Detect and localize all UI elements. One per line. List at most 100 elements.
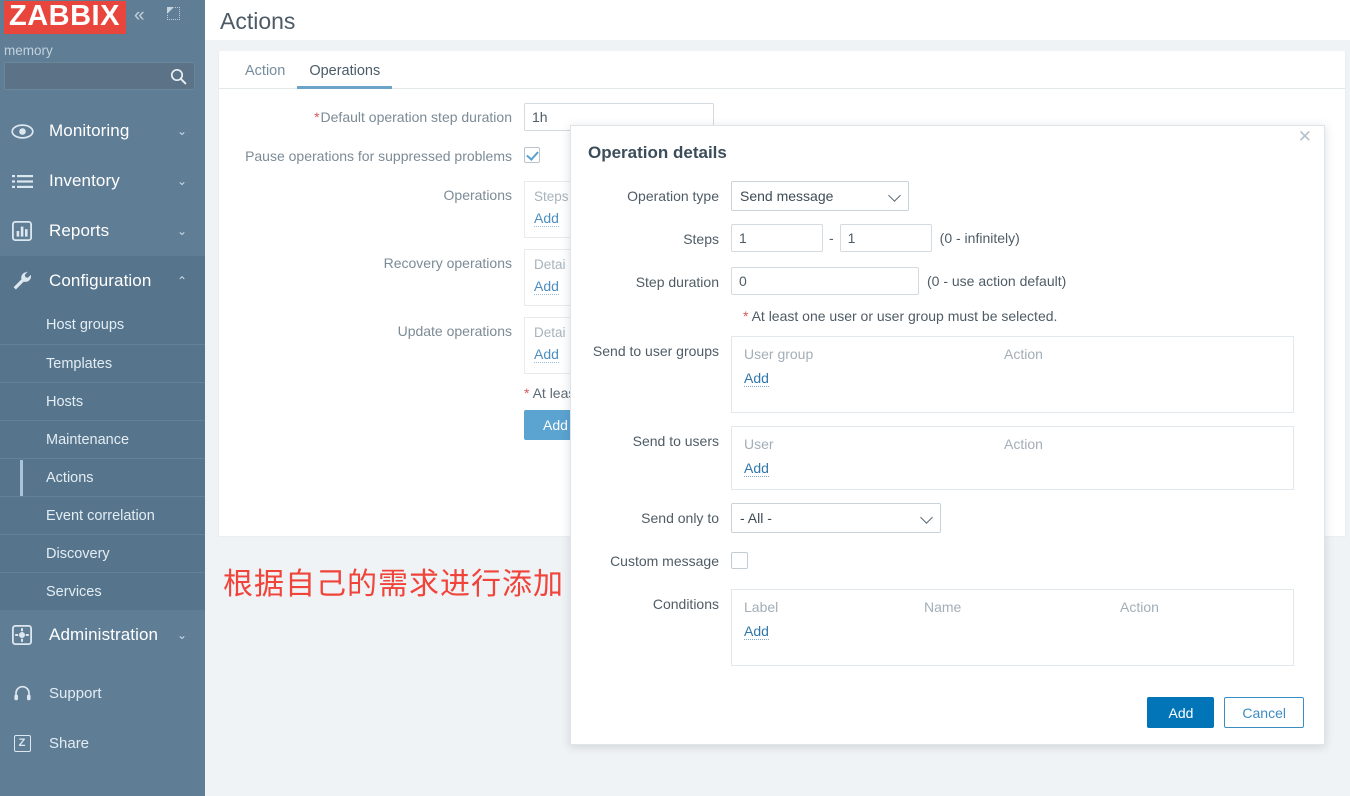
sidebar-item-host-groups[interactable]: Host groups (0, 306, 205, 344)
field-label: Update operations (397, 323, 512, 339)
sidebar-item-share[interactable]: Z Share (0, 718, 205, 768)
sidebar-item-reports[interactable]: Reports ⌄ (0, 206, 205, 256)
zabbix-z-glyph: Z (13, 734, 31, 752)
field-control: Send message (731, 181, 1294, 211)
users-add-link[interactable]: Add (744, 460, 769, 477)
send-only-to-value: - All - (740, 510, 772, 526)
chevron-up-icon: ⌃ (176, 274, 187, 288)
required-marker: * (524, 385, 530, 401)
sidebar-subitem-label: Actions (46, 470, 94, 486)
col-action: Action (1004, 436, 1043, 452)
sidebar-nav: Monitoring ⌄ Inventory ⌄ Reports ⌄ Confi… (0, 106, 205, 768)
sidebar-user-label: memory (4, 43, 53, 58)
chevron-double-left-icon[interactable]: « (134, 6, 145, 25)
sidebar-item-label: Inventory (49, 171, 120, 190)
search-input[interactable] (5, 63, 194, 89)
sidebar-item-inventory[interactable]: Inventory ⌄ (0, 156, 205, 206)
steps-from-input[interactable] (731, 224, 823, 252)
headset-icon (7, 681, 37, 705)
users-table: User Action Add (731, 426, 1294, 490)
field-label: Step duration (635, 274, 719, 290)
gear-icon (7, 623, 37, 647)
step-duration-input[interactable] (731, 267, 919, 295)
field-control (731, 546, 1294, 569)
tab-action[interactable]: Action (233, 63, 297, 88)
sidebar-item-monitoring[interactable]: Monitoring ⌄ (0, 106, 205, 156)
update-add-link[interactable]: Add (534, 346, 559, 363)
chevron-down-icon: ⌄ (176, 628, 187, 642)
dialog-footer: Add Cancel (1147, 697, 1304, 728)
sidebar-item-hosts[interactable]: Hosts (0, 382, 205, 420)
sidebar-item-label: Configuration (49, 271, 152, 290)
sidebar-item-maintenance[interactable]: Maintenance (0, 420, 205, 458)
sidebar-item-label: Monitoring (49, 121, 130, 140)
required-marker: * (314, 109, 320, 125)
sidebar: ZABBIX « memory Monitoring ⌄ Inventory ⌄… (0, 0, 205, 796)
list-icon (7, 169, 37, 193)
field-control: - All - (731, 503, 1294, 533)
sidebar-item-event-correlation[interactable]: Event correlation (0, 496, 205, 534)
compact-view-icon[interactable] (166, 6, 181, 21)
tab-operations[interactable]: Operations (297, 63, 393, 89)
sidebar-item-label: Administration (49, 625, 159, 644)
close-icon[interactable]: ✕ (1298, 128, 1312, 146)
sidebar-item-services[interactable]: Services (0, 572, 205, 610)
dialog-header: Operation details ✕ (571, 126, 1324, 170)
custom-message-checkbox[interactable] (731, 552, 748, 569)
steps-to-input[interactable] (839, 224, 932, 252)
field-conditions: Conditions Label Name Action Add (571, 589, 1294, 666)
sidebar-item-discovery[interactable]: Discovery (0, 534, 205, 572)
field-label: Conditions (652, 596, 719, 612)
sidebar-subitem-label: Maintenance (46, 432, 130, 448)
search-box[interactable] (4, 62, 195, 90)
field-steps: Steps - (0 - infinitely) (571, 224, 1294, 254)
col-name: Name (924, 599, 962, 615)
sidebar-subitem-label: Templates (46, 356, 113, 372)
dialog-add-button[interactable]: Add (1147, 697, 1215, 728)
table-header: User Action (744, 436, 1281, 452)
field-control: (0 - use action default) (731, 267, 1294, 295)
label-text: Default operation step duration (320, 109, 512, 125)
sidebar-item-administration[interactable]: Administration ⌄ (0, 610, 205, 660)
sidebar-item-label: Reports (49, 221, 110, 240)
table-header: Label Name Action (744, 599, 1281, 615)
sidebar-item-actions[interactable]: Actions (0, 458, 205, 496)
sidebar-item-configuration[interactable]: Configuration ⌃ (0, 256, 205, 306)
field-label: Steps (683, 231, 719, 247)
user-groups-add-link[interactable]: Add (744, 370, 769, 387)
field-control: User group Action Add (731, 336, 1294, 413)
recovery-add-link[interactable]: Add (534, 278, 559, 295)
dialog-cancel-button[interactable]: Cancel (1224, 697, 1304, 728)
sidebar-bottom: Support Z Share (0, 668, 205, 768)
field-step-duration: Step duration (0 - use action default) (571, 267, 1294, 297)
field-label: Send only to (641, 510, 719, 526)
dialog-title: Operation details (588, 143, 727, 162)
col-user: User (744, 436, 774, 452)
sidebar-item-label: Share (49, 734, 90, 752)
operations-add-link[interactable]: Add (534, 210, 559, 227)
page-header: Actions (205, 0, 1350, 40)
field-label: *Default operation step duration (219, 103, 524, 131)
conditions-add-link[interactable]: Add (744, 623, 769, 640)
sidebar-subitem-label: Hosts (46, 394, 84, 410)
chevron-down-icon (920, 511, 933, 524)
field-control: User Action Add (731, 426, 1294, 490)
field-custom-message: Custom message (571, 546, 1294, 576)
sidebar-item-templates[interactable]: Templates (0, 344, 205, 382)
field-label: Send to users (632, 433, 719, 449)
step-duration-hint: (0 - use action default) (927, 273, 1067, 289)
field-send-to-users: Send to users User Action Add (571, 426, 1294, 490)
pause-suppressed-checkbox[interactable] (524, 147, 540, 163)
sidebar-subitem-label: Event correlation (46, 508, 155, 524)
steps-dash: - (829, 230, 834, 246)
bar-chart-icon (7, 219, 37, 243)
field-send-to-user-groups: Send to user groups User group Action Ad… (571, 336, 1294, 413)
sidebar-item-label: Support (49, 684, 102, 702)
operation-type-select[interactable]: Send message (731, 181, 909, 211)
field-label: Custom message (610, 553, 719, 569)
send-only-to-select[interactable]: - All - (731, 503, 941, 533)
header-gap (205, 40, 1350, 51)
sidebar-item-support[interactable]: Support (0, 668, 205, 718)
chevron-down-icon (888, 189, 901, 202)
operation-type-value: Send message (740, 188, 834, 204)
